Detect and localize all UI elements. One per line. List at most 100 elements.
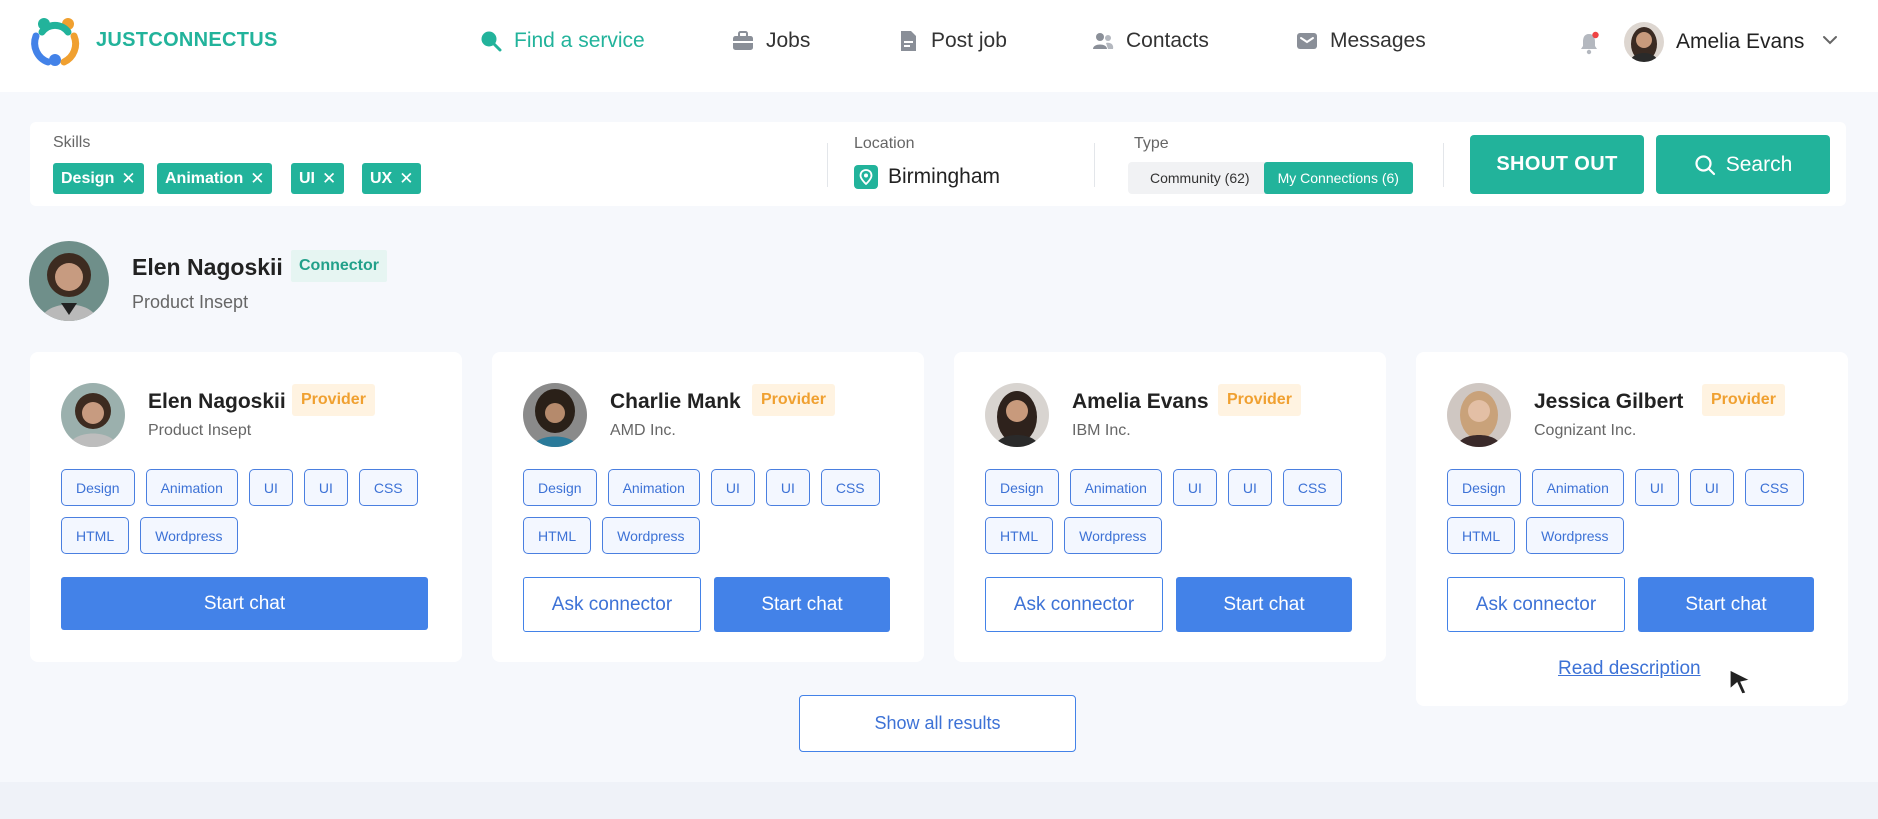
skill-tag[interactable]: HTML <box>985 517 1054 554</box>
skill-tags: Design Animation UI UI CSS HTML Wordpres… <box>985 469 1365 554</box>
provider-name[interactable]: Elen Nagoskii <box>148 390 286 414</box>
remove-chip-icon[interactable]: ✕ <box>121 170 135 187</box>
location-field[interactable]: Birmingham <box>854 165 1000 189</box>
provider-card: Jessica Gilbert Provider Cognizant Inc. … <box>1416 352 1848 706</box>
skill-tag[interactable]: Design <box>985 469 1059 506</box>
provider-badge: Provider <box>292 384 375 416</box>
skill-tag[interactable]: HTML <box>61 517 130 554</box>
nav-messages[interactable]: Messages <box>1296 29 1426 53</box>
ask-connector-button[interactable]: Ask connector <box>523 577 701 632</box>
contacts-icon <box>1092 30 1114 52</box>
connector-avatar[interactable] <box>29 241 109 321</box>
provider-name[interactable]: Amelia Evans <box>1072 390 1209 414</box>
brand-name[interactable]: JUSTCONNECTUS <box>96 29 278 52</box>
skill-tag[interactable]: UI <box>1172 469 1217 506</box>
type-label: Type <box>1134 135 1169 152</box>
skill-tag[interactable]: UI <box>1634 469 1679 506</box>
skill-tags: Design Animation UI UI CSS HTML Wordpres… <box>61 469 441 554</box>
start-chat-button[interactable]: Start chat <box>61 577 428 630</box>
ask-connector-button[interactable]: Ask connector <box>1447 577 1625 632</box>
chevron-down-icon[interactable] <box>1822 34 1838 46</box>
search-button-label: Search <box>1725 152 1793 176</box>
nav-label: Messages <box>1330 29 1426 52</box>
skill-tag[interactable]: Wordpress <box>602 517 700 554</box>
skill-tag[interactable]: Wordpress <box>1526 517 1624 554</box>
skill-tag[interactable]: UI <box>1227 469 1272 506</box>
type-option-my-connections[interactable]: My Connections (6) <box>1263 162 1413 194</box>
skill-tag[interactable]: Animation <box>145 469 238 506</box>
skill-tag[interactable]: UI <box>248 469 293 506</box>
provider-avatar[interactable] <box>1447 383 1511 447</box>
skill-chip-design[interactable]: Design ✕ <box>53 163 144 194</box>
connector-name[interactable]: Elen Nagoskii <box>132 254 283 281</box>
skill-tag[interactable]: UI <box>303 469 348 506</box>
provider-card: Charlie Mank Provider AMD Inc. Design An… <box>492 352 924 662</box>
provider-company: Product Insept <box>148 422 252 439</box>
nav-label: Find a service <box>514 29 645 52</box>
user-name[interactable]: Amelia Evans <box>1676 30 1804 54</box>
remove-chip-icon[interactable]: ✕ <box>250 170 264 187</box>
skill-tag[interactable]: Animation <box>1069 469 1162 506</box>
remove-chip-icon[interactable]: ✕ <box>399 170 413 187</box>
nav-label: Post job <box>931 29 1007 52</box>
ask-connector-button[interactable]: Ask connector <box>985 577 1163 632</box>
shout-out-button[interactable]: SHOUT OUT <box>1470 135 1644 194</box>
skill-tag[interactable]: HTML <box>1447 517 1516 554</box>
skill-tag[interactable]: UI <box>1689 469 1734 506</box>
location-value: Birmingham <box>888 165 1001 188</box>
nav-contacts[interactable]: Contacts <box>1092 29 1209 53</box>
start-chat-button[interactable]: Start chat <box>714 577 890 632</box>
skill-chip-animation[interactable]: Animation ✕ <box>157 163 273 194</box>
provider-name[interactable]: Jessica Gilbert <box>1534 390 1683 414</box>
footer-strip <box>0 782 1878 819</box>
skill-tag[interactable]: Wordpress <box>1064 517 1162 554</box>
divider <box>1443 143 1444 187</box>
justconnectus-logo[interactable] <box>28 14 82 70</box>
user-avatar[interactable] <box>1624 22 1664 62</box>
connector-title: Product Insept <box>132 292 249 312</box>
briefcase-icon <box>732 30 754 52</box>
nav-jobs[interactable]: Jobs <box>732 29 810 53</box>
provider-avatar[interactable] <box>985 383 1049 447</box>
skill-tag[interactable]: Animation <box>607 469 700 506</box>
skill-tag[interactable]: Design <box>1447 469 1521 506</box>
skill-tag[interactable]: CSS <box>820 469 880 506</box>
skill-chip-ux[interactable]: UX ✕ <box>362 163 422 194</box>
nav-label: Jobs <box>766 29 811 52</box>
skill-tag[interactable]: CSS <box>1744 469 1804 506</box>
provider-company: Cognizant Inc. <box>1534 422 1637 439</box>
skill-tag[interactable]: UI <box>765 469 810 506</box>
type-option-community[interactable]: Community (62) <box>1128 162 1264 194</box>
skill-tag[interactable]: UI <box>710 469 755 506</box>
skill-tag[interactable]: HTML <box>523 517 592 554</box>
location-pin-icon <box>854 165 878 189</box>
provider-avatar[interactable] <box>61 383 125 447</box>
remove-chip-icon[interactable]: ✕ <box>322 170 336 187</box>
mail-icon <box>1296 30 1318 52</box>
notification-bell-icon[interactable] <box>1578 31 1600 55</box>
skill-tag[interactable]: Wordpress <box>140 517 238 554</box>
skill-tag[interactable]: CSS <box>358 469 418 506</box>
start-chat-button[interactable]: Start chat <box>1638 577 1814 632</box>
start-chat-button[interactable]: Start chat <box>1176 577 1352 632</box>
provider-card: Amelia Evans Provider IBM Inc. Design An… <box>954 352 1386 662</box>
provider-name[interactable]: Charlie Mank <box>610 390 741 414</box>
search-icon <box>480 30 502 52</box>
chip-label: UX <box>370 169 393 187</box>
skill-tag[interactable]: Design <box>523 469 597 506</box>
search-button[interactable]: Search <box>1656 135 1830 194</box>
skill-tag[interactable]: Design <box>61 469 135 506</box>
nav-post-job[interactable]: Post job <box>897 29 1007 53</box>
skill-tags: Design Animation UI UI CSS HTML Wordpres… <box>1447 469 1827 554</box>
provider-card: Elen Nagoskii Provider Product Insept De… <box>30 352 462 662</box>
provider-company: IBM Inc. <box>1072 422 1131 439</box>
provider-avatar[interactable] <box>523 383 587 447</box>
nav-find-a-service[interactable]: Find a service <box>480 29 645 53</box>
show-all-results-button[interactable]: Show all results <box>799 695 1076 752</box>
skill-chip-ui[interactable]: UI ✕ <box>291 163 345 194</box>
skills-label: Skills <box>53 134 91 151</box>
type-toggle: Community (62) My Connections (6) <box>1128 162 1413 194</box>
skill-tag[interactable]: Animation <box>1531 469 1624 506</box>
skill-tag[interactable]: CSS <box>1282 469 1342 506</box>
read-description-link[interactable]: Read description <box>1558 658 1701 680</box>
